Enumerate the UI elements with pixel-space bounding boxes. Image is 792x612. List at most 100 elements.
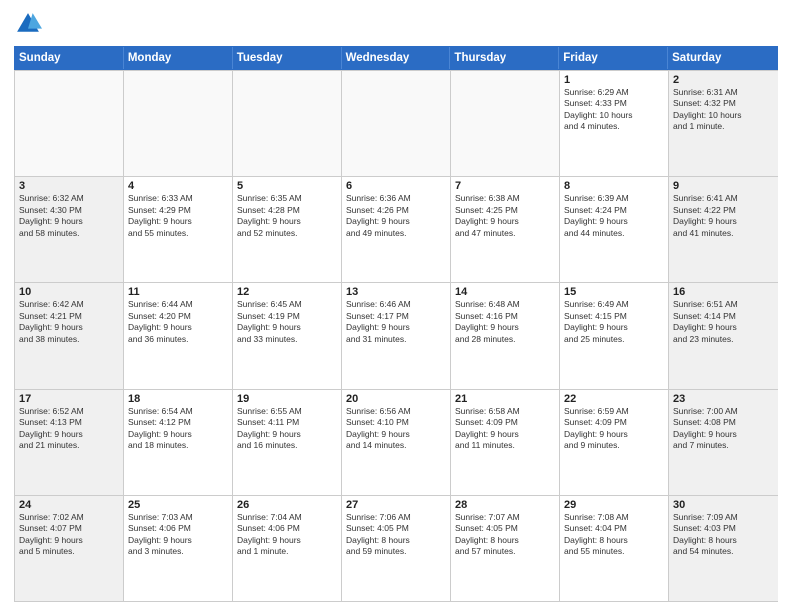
- day-info: Sunrise: 6:58 AM Sunset: 4:09 PM Dayligh…: [455, 406, 555, 452]
- day-info: Sunrise: 6:31 AM Sunset: 4:32 PM Dayligh…: [673, 87, 774, 133]
- day-number: 25: [128, 499, 228, 511]
- calendar-cell: 18Sunrise: 6:54 AM Sunset: 4:12 PM Dayli…: [124, 390, 233, 495]
- calendar-cell: 16Sunrise: 6:51 AM Sunset: 4:14 PM Dayli…: [669, 283, 778, 388]
- calendar-row: 24Sunrise: 7:02 AM Sunset: 4:07 PM Dayli…: [15, 495, 778, 601]
- calendar: SundayMondayTuesdayWednesdayThursdayFrid…: [14, 46, 778, 602]
- day-info: Sunrise: 7:06 AM Sunset: 4:05 PM Dayligh…: [346, 512, 446, 558]
- day-info: Sunrise: 6:52 AM Sunset: 4:13 PM Dayligh…: [19, 406, 119, 452]
- calendar-cell: [233, 71, 342, 176]
- day-number: 26: [237, 499, 337, 511]
- day-info: Sunrise: 6:45 AM Sunset: 4:19 PM Dayligh…: [237, 299, 337, 345]
- day-number: 8: [564, 180, 664, 192]
- day-info: Sunrise: 6:41 AM Sunset: 4:22 PM Dayligh…: [673, 193, 774, 239]
- day-info: Sunrise: 6:48 AM Sunset: 4:16 PM Dayligh…: [455, 299, 555, 345]
- day-number: 27: [346, 499, 446, 511]
- weekday-header: Thursday: [450, 47, 559, 69]
- calendar-cell: [15, 71, 124, 176]
- calendar-cell: 11Sunrise: 6:44 AM Sunset: 4:20 PM Dayli…: [124, 283, 233, 388]
- calendar-cell: 7Sunrise: 6:38 AM Sunset: 4:25 PM Daylig…: [451, 177, 560, 282]
- day-info: Sunrise: 7:03 AM Sunset: 4:06 PM Dayligh…: [128, 512, 228, 558]
- day-info: Sunrise: 6:51 AM Sunset: 4:14 PM Dayligh…: [673, 299, 774, 345]
- calendar-cell: 27Sunrise: 7:06 AM Sunset: 4:05 PM Dayli…: [342, 496, 451, 601]
- day-number: 9: [673, 180, 774, 192]
- calendar-cell: 14Sunrise: 6:48 AM Sunset: 4:16 PM Dayli…: [451, 283, 560, 388]
- calendar-cell: 8Sunrise: 6:39 AM Sunset: 4:24 PM Daylig…: [560, 177, 669, 282]
- day-info: Sunrise: 7:08 AM Sunset: 4:04 PM Dayligh…: [564, 512, 664, 558]
- day-info: Sunrise: 6:46 AM Sunset: 4:17 PM Dayligh…: [346, 299, 446, 345]
- day-info: Sunrise: 6:49 AM Sunset: 4:15 PM Dayligh…: [564, 299, 664, 345]
- weekday-header: Friday: [559, 47, 668, 69]
- day-number: 22: [564, 393, 664, 405]
- day-info: Sunrise: 7:02 AM Sunset: 4:07 PM Dayligh…: [19, 512, 119, 558]
- weekday-header: Monday: [124, 47, 233, 69]
- day-info: Sunrise: 6:32 AM Sunset: 4:30 PM Dayligh…: [19, 193, 119, 239]
- calendar-cell: 13Sunrise: 6:46 AM Sunset: 4:17 PM Dayli…: [342, 283, 451, 388]
- day-number: 28: [455, 499, 555, 511]
- calendar-cell: 4Sunrise: 6:33 AM Sunset: 4:29 PM Daylig…: [124, 177, 233, 282]
- day-number: 21: [455, 393, 555, 405]
- day-info: Sunrise: 6:59 AM Sunset: 4:09 PM Dayligh…: [564, 406, 664, 452]
- day-number: 20: [346, 393, 446, 405]
- logo-icon: [14, 10, 42, 38]
- calendar-cell: 9Sunrise: 6:41 AM Sunset: 4:22 PM Daylig…: [669, 177, 778, 282]
- day-info: Sunrise: 6:44 AM Sunset: 4:20 PM Dayligh…: [128, 299, 228, 345]
- logo: [14, 10, 46, 38]
- day-number: 2: [673, 74, 774, 86]
- day-number: 18: [128, 393, 228, 405]
- day-number: 7: [455, 180, 555, 192]
- weekday-header: Wednesday: [342, 47, 451, 69]
- day-number: 24: [19, 499, 119, 511]
- day-number: 14: [455, 286, 555, 298]
- calendar-row: 3Sunrise: 6:32 AM Sunset: 4:30 PM Daylig…: [15, 176, 778, 282]
- calendar-cell: 2Sunrise: 6:31 AM Sunset: 4:32 PM Daylig…: [669, 71, 778, 176]
- day-info: Sunrise: 7:07 AM Sunset: 4:05 PM Dayligh…: [455, 512, 555, 558]
- day-info: Sunrise: 6:55 AM Sunset: 4:11 PM Dayligh…: [237, 406, 337, 452]
- day-info: Sunrise: 6:36 AM Sunset: 4:26 PM Dayligh…: [346, 193, 446, 239]
- day-info: Sunrise: 7:09 AM Sunset: 4:03 PM Dayligh…: [673, 512, 774, 558]
- calendar-cell: 12Sunrise: 6:45 AM Sunset: 4:19 PM Dayli…: [233, 283, 342, 388]
- calendar-cell: 29Sunrise: 7:08 AM Sunset: 4:04 PM Dayli…: [560, 496, 669, 601]
- calendar-cell: 22Sunrise: 6:59 AM Sunset: 4:09 PM Dayli…: [560, 390, 669, 495]
- calendar-cell: 24Sunrise: 7:02 AM Sunset: 4:07 PM Dayli…: [15, 496, 124, 601]
- day-number: 23: [673, 393, 774, 405]
- calendar-row: 10Sunrise: 6:42 AM Sunset: 4:21 PM Dayli…: [15, 282, 778, 388]
- day-info: Sunrise: 6:33 AM Sunset: 4:29 PM Dayligh…: [128, 193, 228, 239]
- day-info: Sunrise: 6:54 AM Sunset: 4:12 PM Dayligh…: [128, 406, 228, 452]
- calendar-cell: 25Sunrise: 7:03 AM Sunset: 4:06 PM Dayli…: [124, 496, 233, 601]
- calendar-cell: 21Sunrise: 6:58 AM Sunset: 4:09 PM Dayli…: [451, 390, 560, 495]
- day-number: 15: [564, 286, 664, 298]
- page: SundayMondayTuesdayWednesdayThursdayFrid…: [0, 0, 792, 612]
- day-info: Sunrise: 6:39 AM Sunset: 4:24 PM Dayligh…: [564, 193, 664, 239]
- calendar-cell: [451, 71, 560, 176]
- calendar-cell: 1Sunrise: 6:29 AM Sunset: 4:33 PM Daylig…: [560, 71, 669, 176]
- day-info: Sunrise: 7:04 AM Sunset: 4:06 PM Dayligh…: [237, 512, 337, 558]
- calendar-cell: 15Sunrise: 6:49 AM Sunset: 4:15 PM Dayli…: [560, 283, 669, 388]
- calendar-cell: [342, 71, 451, 176]
- day-info: Sunrise: 6:29 AM Sunset: 4:33 PM Dayligh…: [564, 87, 664, 133]
- day-number: 30: [673, 499, 774, 511]
- calendar-header: SundayMondayTuesdayWednesdayThursdayFrid…: [14, 46, 778, 70]
- calendar-cell: [124, 71, 233, 176]
- calendar-cell: 26Sunrise: 7:04 AM Sunset: 4:06 PM Dayli…: [233, 496, 342, 601]
- calendar-cell: 30Sunrise: 7:09 AM Sunset: 4:03 PM Dayli…: [669, 496, 778, 601]
- calendar-cell: 19Sunrise: 6:55 AM Sunset: 4:11 PM Dayli…: [233, 390, 342, 495]
- day-info: Sunrise: 6:56 AM Sunset: 4:10 PM Dayligh…: [346, 406, 446, 452]
- weekday-header: Tuesday: [233, 47, 342, 69]
- calendar-body: 1Sunrise: 6:29 AM Sunset: 4:33 PM Daylig…: [14, 70, 778, 602]
- day-number: 29: [564, 499, 664, 511]
- calendar-cell: 17Sunrise: 6:52 AM Sunset: 4:13 PM Dayli…: [15, 390, 124, 495]
- day-number: 10: [19, 286, 119, 298]
- day-number: 19: [237, 393, 337, 405]
- calendar-cell: 28Sunrise: 7:07 AM Sunset: 4:05 PM Dayli…: [451, 496, 560, 601]
- day-info: Sunrise: 6:42 AM Sunset: 4:21 PM Dayligh…: [19, 299, 119, 345]
- day-number: 5: [237, 180, 337, 192]
- calendar-cell: 20Sunrise: 6:56 AM Sunset: 4:10 PM Dayli…: [342, 390, 451, 495]
- day-info: Sunrise: 7:00 AM Sunset: 4:08 PM Dayligh…: [673, 406, 774, 452]
- day-number: 17: [19, 393, 119, 405]
- day-number: 3: [19, 180, 119, 192]
- day-number: 4: [128, 180, 228, 192]
- calendar-cell: 10Sunrise: 6:42 AM Sunset: 4:21 PM Dayli…: [15, 283, 124, 388]
- day-info: Sunrise: 6:35 AM Sunset: 4:28 PM Dayligh…: [237, 193, 337, 239]
- calendar-cell: 23Sunrise: 7:00 AM Sunset: 4:08 PM Dayli…: [669, 390, 778, 495]
- day-number: 16: [673, 286, 774, 298]
